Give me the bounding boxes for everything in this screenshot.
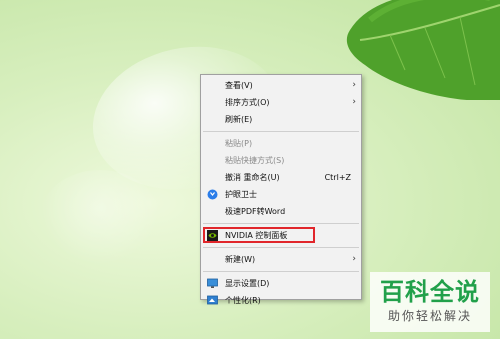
menu-item-undo-shortcut: Ctrl+Z [324, 173, 351, 182]
chevron-right-icon: › [352, 254, 356, 264]
menu-item-pdf-label: 极速PDF转Word [225, 207, 286, 216]
watermark-subtitle: 助你轻松解决 [387, 309, 472, 323]
chevron-right-icon: › [352, 80, 356, 90]
menu-item-new[interactable]: 新建(W) › [201, 251, 361, 268]
personalize-icon [207, 295, 218, 305]
watermark-title: 百科全说 [380, 278, 480, 306]
menu-item-personalize-label: 个性化(R) [225, 296, 261, 305]
highlight-box [203, 227, 315, 243]
menu-item-undo-rename[interactable]: 撤消 重命名(U) Ctrl+Z [201, 169, 361, 186]
nvidia-icon [207, 230, 218, 241]
menu-item-undo-label: 撤消 重命名(U) [225, 173, 280, 182]
menu-item-paste-shortcut: 粘贴快捷方式(S) [201, 152, 361, 169]
wallpaper-bubble-small [40, 170, 160, 265]
menu-item-eye-guard[interactable]: 护眼卫士 [201, 186, 361, 203]
menu-item-nvidia-control-panel[interactable]: NVIDIA 控制面板 [201, 227, 361, 244]
menu-separator [203, 247, 359, 248]
menu-separator [203, 271, 359, 272]
menu-item-paste-shortcut-label: 粘贴快捷方式(S) [225, 156, 285, 165]
menu-item-sort[interactable]: 排序方式(O) › [201, 94, 361, 111]
menu-item-personalize[interactable]: 个性化(R) [201, 292, 361, 309]
menu-item-sort-label: 排序方式(O) [225, 98, 270, 107]
chevron-right-icon: › [352, 97, 356, 107]
menu-item-display-settings[interactable]: 显示设置(D) [201, 275, 361, 292]
menu-item-view-label: 查看(V) [225, 81, 253, 90]
watermark-logo: 百科全说 助你轻松解决 [370, 272, 490, 332]
menu-separator [203, 131, 359, 132]
menu-item-guard-label: 护眼卫士 [225, 190, 257, 199]
menu-item-paste-label: 粘贴(P) [225, 139, 253, 148]
context-menu: 查看(V) › 排序方式(O) › 刷新(E) 粘贴(P) 粘贴快捷方式(S) … [200, 74, 362, 305]
menu-item-refresh-label: 刷新(E) [225, 115, 253, 124]
menu-item-new-label: 新建(W) [225, 255, 256, 264]
menu-item-paste: 粘贴(P) [201, 135, 361, 152]
menu-item-pdf-to-word[interactable]: 极速PDF转Word [201, 203, 361, 220]
display-icon [207, 278, 218, 288]
guard-icon [207, 189, 218, 200]
menu-item-refresh[interactable]: 刷新(E) [201, 111, 361, 128]
menu-separator [203, 223, 359, 224]
menu-item-view[interactable]: 查看(V) › [201, 77, 361, 94]
menu-item-display-label: 显示设置(D) [225, 279, 270, 288]
